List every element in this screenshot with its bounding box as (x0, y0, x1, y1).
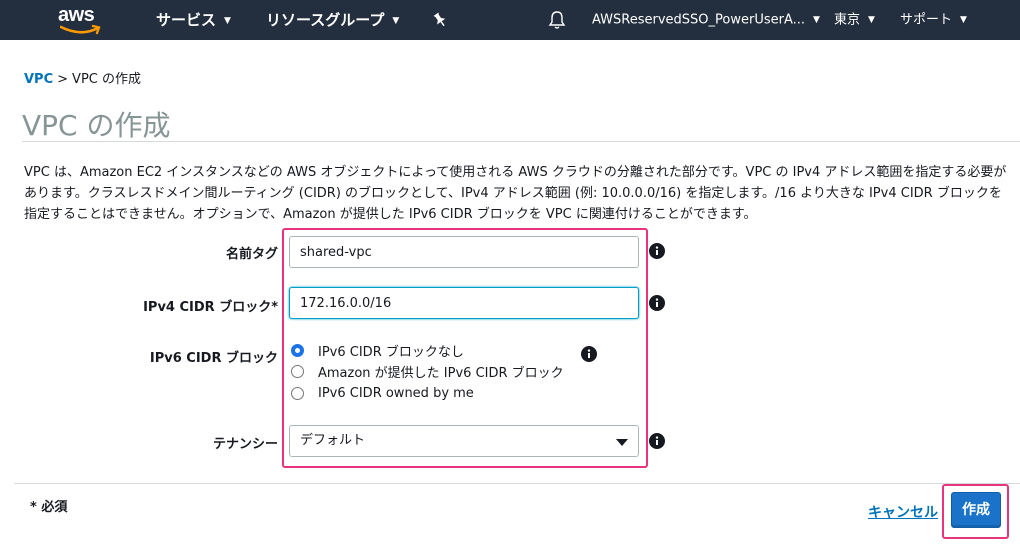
create-button[interactable]: 作成 (951, 492, 1001, 528)
footer-divider (14, 483, 1020, 484)
breadcrumb: VPC > VPC の作成 (24, 68, 141, 87)
ipv6-cidr-info-icon[interactable] (581, 346, 597, 362)
ipv6-option-amazon[interactable]: Amazon が提供した IPv6 CIDR ブロック (291, 361, 564, 381)
name-tag-info-icon[interactable] (649, 243, 665, 259)
nav-resource-groups-menu[interactable]: リソースグループ ▼ (266, 0, 399, 40)
top-nav-bar: aws サービス ▼ リソースグループ ▼ AWSReservedSSO_Power… (0, 0, 1020, 40)
nav-services-menu[interactable]: サービス ▼ (156, 0, 231, 40)
chevron-down-icon: ▼ (224, 15, 231, 26)
chevron-down-icon: ▼ (392, 15, 400, 26)
nav-region-menu[interactable]: 東京 ▼ (834, 0, 875, 40)
tenancy-info-icon[interactable] (649, 433, 665, 449)
nav-support-label: サポート (900, 12, 953, 28)
nav-account-label: AWSReservedSSO_PowerUserA... (592, 12, 806, 28)
page-title: VPC の作成 (22, 109, 171, 142)
ipv6-option-owned[interactable]: IPv6 CIDR owned by me (291, 383, 474, 403)
ipv6-amazon-radio[interactable] (291, 364, 304, 378)
breadcrumb-current: VPC の作成 (72, 72, 141, 87)
breadcrumb-separator: > (57, 72, 69, 87)
breadcrumb-vpc-link[interactable]: VPC (24, 72, 53, 87)
nav-services-label: サービス (156, 11, 217, 29)
nav-support-menu[interactable]: サポート ▼ (900, 0, 967, 40)
chevron-down-icon: ▼ (960, 15, 967, 25)
nav-account-menu[interactable]: AWSReservedSSO_PowerUserA... ▼ (592, 0, 820, 40)
tenancy-selected-value: デフォルト (300, 433, 366, 448)
ipv6-owned-radio[interactable] (291, 386, 304, 400)
cancel-button[interactable]: キャンセル (868, 502, 938, 522)
name-tag-input[interactable] (289, 236, 639, 268)
aws-smile-icon (60, 24, 101, 35)
ipv4-cidr-info-icon[interactable] (649, 295, 665, 311)
name-tag-label: 名前タグ (225, 247, 278, 262)
ipv6-option-none[interactable]: IPv6 CIDR ブロックなし (291, 340, 464, 360)
ipv6-amazon-label: Amazon が提供した IPv6 CIDR ブロック (318, 365, 564, 381)
ipv6-cidr-label: IPv6 CIDR ブロック (149, 351, 278, 366)
title-divider (22, 141, 1020, 142)
aws-logo[interactable]: aws (58, 4, 104, 36)
tenancy-label: テナンシー (212, 437, 278, 452)
nav-region-label: 東京 (834, 12, 861, 28)
ipv4-cidr-input[interactable] (289, 287, 639, 319)
chevron-down-icon: ▼ (813, 15, 820, 25)
page-description: VPC は、Amazon EC2 インスタンスなどの AWS オブジェクトによっ… (24, 165, 1007, 222)
nav-resource-groups-label: リソースグループ (266, 11, 385, 29)
pin-icon[interactable] (432, 12, 448, 28)
ipv6-none-label: IPv6 CIDR ブロックなし (318, 344, 464, 360)
chevron-down-icon: ▼ (868, 15, 875, 25)
ipv4-cidr-label: IPv4 CIDR ブロック* (143, 300, 278, 315)
chevron-down-icon (616, 439, 628, 446)
tenancy-select[interactable]: デフォルト (289, 425, 639, 457)
ipv6-owned-label: IPv6 CIDR owned by me (318, 385, 474, 401)
required-note: * 必須 (30, 500, 68, 515)
bell-icon[interactable] (548, 10, 566, 30)
ipv6-none-radio[interactable] (291, 343, 304, 357)
